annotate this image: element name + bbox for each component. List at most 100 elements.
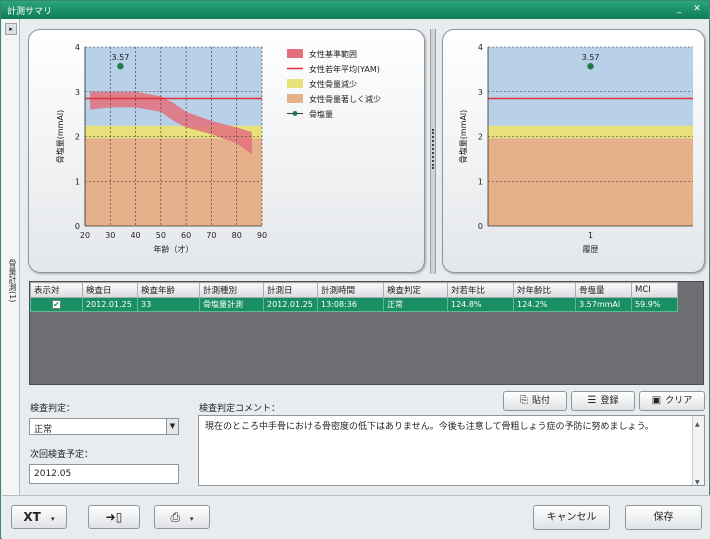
show-checkbox-cell[interactable]: ✔: [30, 297, 83, 312]
column-header[interactable]: 計測種別: [199, 282, 264, 298]
save-button[interactable]: 保存: [625, 505, 702, 530]
x-tick-label: 20: [80, 231, 90, 240]
paste-button[interactable]: ⎘ 貼付: [503, 391, 567, 411]
column-header[interactable]: 計測日: [263, 282, 318, 298]
table-cell: 骨塩量計測: [199, 297, 264, 312]
osteoporosis-band: [488, 138, 693, 226]
results-table-area: 表示対 検査日 検査年齢 計測種別 計測日 計測時間 検査判定 対若年比 対年齢比 骨塩量 MCI …: [29, 281, 704, 385]
import-export-icon: ➜▯: [105, 510, 123, 524]
paste-icon: ⎘: [519, 395, 528, 406]
bone-density-point: [117, 63, 124, 70]
chevron-down-icon[interactable]: ▼: [166, 419, 178, 434]
y-tick-label: 3: [75, 88, 80, 97]
next-exam-value: 2012.05: [34, 469, 72, 479]
collapse-panel-button[interactable]: ▸: [5, 23, 17, 35]
legend-swatch: [287, 79, 303, 88]
column-header[interactable]: 検査日: [82, 282, 138, 298]
column-header[interactable]: 計測時間: [317, 282, 384, 298]
y-tick-label: 4: [75, 43, 80, 52]
legend-label: 女性骨量著しく減少: [309, 94, 381, 104]
comment-textarea[interactable]: 現在のところ中手骨における骨密度の低下はありません。今後も注意して骨粗しょう症の…: [198, 415, 705, 486]
table-row[interactable]: ✔ 2012.01.25 33 骨塩量計測 2012.01.25 13:08:36 正常 12…: [30, 297, 678, 312]
table-header-row: 表示対 検査日 検査年齢 計測種別 計測日 計測時間 検査判定 対若年比 対年齢比 骨塩量 MCI: [30, 282, 678, 298]
y-tick-label: 3: [478, 88, 483, 97]
show-checkbox[interactable]: ✔: [52, 300, 61, 309]
table-cell: 124.8%: [447, 297, 514, 312]
title-bar: 計測サマリ _ ✕: [1, 1, 709, 19]
y-axis-label: 骨塩量(mmAl): [458, 110, 468, 164]
print-menu-button[interactable]: ⎙ ▾: [154, 505, 210, 529]
column-header[interactable]: 検査年齢: [137, 282, 200, 298]
dropdown-arrow-icon: ▾: [51, 515, 55, 523]
table-cell: 3.57mmAl: [575, 297, 632, 312]
y-tick-label: 2: [75, 133, 80, 142]
next-exam-label: 次回検査予定：: [30, 450, 94, 460]
column-header[interactable]: 表示対: [30, 282, 83, 298]
y-tick-label: 1: [75, 177, 80, 186]
x-tick-label: 1: [588, 231, 593, 240]
column-header[interactable]: 骨塩量: [575, 282, 632, 298]
window-title: 計測サマリ: [7, 7, 53, 17]
minimize-button[interactable]: _: [673, 4, 685, 15]
legend-label: 女性若年平均(YAM): [309, 64, 380, 74]
y-tick-label: 4: [478, 43, 483, 52]
legend-swatch: [287, 94, 303, 103]
y-tick-label: 0: [478, 222, 483, 231]
results-table: 表示対 検査日 検査年齢 計測種別 計測日 計測時間 検査判定 対若年比 対年齢比 骨塩量 MCI …: [30, 282, 678, 312]
export-button[interactable]: ➜▯: [88, 505, 140, 529]
paste-label: 貼付: [531, 396, 550, 406]
y-tick-label: 0: [75, 222, 80, 231]
table-body: ✔ 2012.01.25 33 骨塩量計測 2012.01.25 13:08:36 正常 12…: [30, 297, 678, 312]
table-cell: 2012.01.25: [263, 297, 318, 312]
x-tick-label: 90: [257, 231, 267, 240]
register-label: 登録: [600, 396, 619, 406]
next-exam-field[interactable]: 2012.05: [29, 464, 179, 484]
table-cell: 13:08:36: [317, 297, 384, 312]
column-header[interactable]: 対若年比: [447, 282, 514, 298]
y-axis-label: 骨塩量(mmAl): [55, 110, 65, 164]
x-tick-label: 40: [130, 231, 140, 240]
scroll-down-icon[interactable]: ▼: [695, 476, 700, 490]
x-axis-label: 履歴: [583, 245, 599, 254]
comment-scrollbar[interactable]: ▲ ▼: [692, 416, 704, 486]
side-tab-strip: ▸ 骨量計測(1): [2, 19, 20, 495]
y-tick-label: 1: [478, 177, 483, 186]
legend-dot: [292, 111, 298, 116]
splitter-grip[interactable]: [432, 129, 434, 169]
register-button[interactable]: ☰ 登録: [571, 391, 635, 411]
x-axis-label: 年齢（才）: [154, 244, 194, 254]
y-tick-label: 2: [478, 133, 483, 142]
text-format-icon: ⅩT: [23, 510, 41, 524]
point-value-label: 3.57: [582, 53, 600, 62]
legend-label: 女性基準範囲: [309, 49, 357, 59]
x-tick-label: 60: [181, 231, 191, 240]
column-header[interactable]: MCI: [631, 282, 678, 298]
age-chart-panel: 0 1 2 3 4 20 30 40 50 60 70 80 90 年齢（才） 骨塩量(mmAl) 3.57 …: [28, 29, 425, 273]
column-header[interactable]: 対年齢比: [513, 282, 576, 298]
legend-swatch: [287, 49, 303, 58]
history-chart-panel: 0 1 2 3 4 1 履歴 骨塩量(mmAl) 3.57: [442, 29, 705, 273]
history-bone-chart: 0 1 2 3 4 1 履歴 骨塩量(mmAl) 3.57: [458, 43, 693, 254]
x-tick-label: 80: [232, 231, 242, 240]
cancel-button[interactable]: キャンセル: [533, 505, 610, 530]
clear-icon: ▣: [651, 395, 662, 406]
column-header[interactable]: 検査判定: [383, 282, 448, 298]
table-cell: 2012.01.25: [82, 297, 138, 312]
legend-label: 女性骨量減少: [309, 79, 357, 89]
judgement-select[interactable]: 正常 ▼: [29, 418, 179, 435]
close-button[interactable]: ✕: [691, 4, 703, 15]
x-tick-label: 70: [206, 231, 216, 240]
panel-splitter[interactable]: [430, 29, 436, 274]
clear-button[interactable]: ▣ クリア: [639, 391, 705, 411]
format-menu-button[interactable]: ⅩT ▾: [11, 505, 67, 529]
side-tab-bone-measurement[interactable]: 骨量計測(1): [4, 259, 18, 302]
scroll-up-icon[interactable]: ▲: [695, 418, 700, 432]
bottom-toolbar: ⅩT ▾ ➜▯ ⎙ ▾ キャンセル 保存: [2, 495, 710, 539]
legend-label: 骨塩量: [309, 109, 333, 119]
comment-text: 現在のところ中手骨における骨密度の低下はありません。今後も注意して骨粗しょう症の…: [205, 422, 654, 432]
printer-icon: ⎙: [170, 510, 181, 524]
osteoporosis-band: [85, 138, 262, 226]
table-cell: 59.9%: [631, 297, 678, 312]
table-cell: 33: [137, 297, 200, 312]
clear-label: クリア: [665, 396, 693, 406]
